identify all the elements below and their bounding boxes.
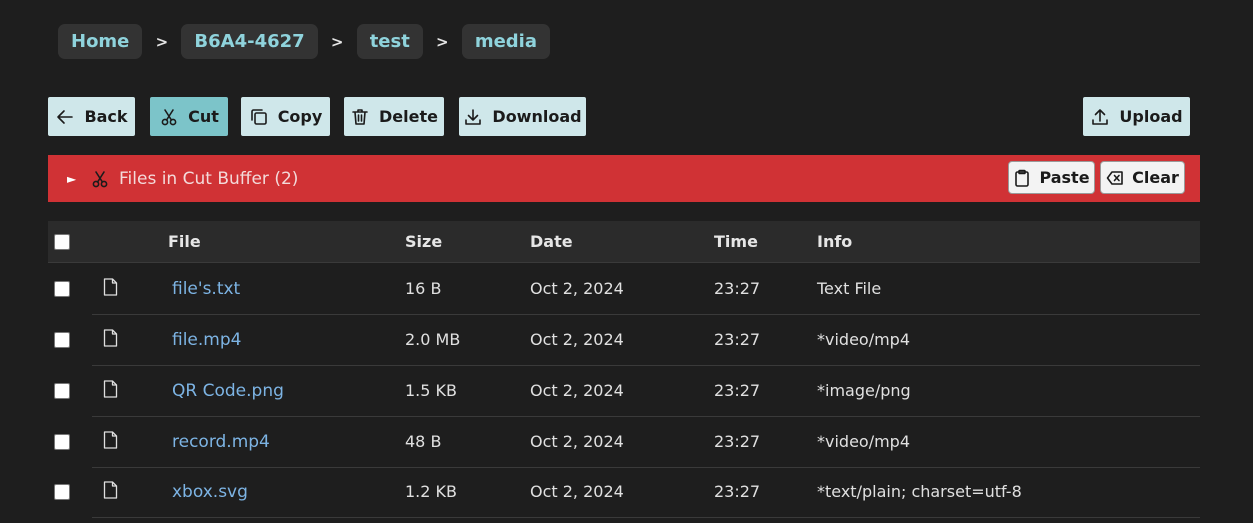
file-time: 23:27	[714, 330, 761, 349]
cut-buffer-bar[interactable]: ► Files in Cut Buffer (2) Paste Clear	[48, 155, 1200, 202]
row-checkbox[interactable]	[54, 383, 70, 399]
file-size: 1.5 KB	[405, 381, 457, 400]
file-icon	[103, 380, 118, 398]
backspace-icon	[1106, 169, 1124, 187]
file-time: 23:27	[714, 381, 761, 400]
select-all-checkbox[interactable]	[54, 234, 70, 250]
table-header: File Size Date Time Info	[48, 221, 1200, 263]
file-size: 16 B	[405, 279, 442, 298]
back-label: Back	[84, 107, 128, 126]
file-name-link[interactable]: xbox.svg	[172, 467, 248, 517]
copy-icon	[249, 107, 269, 127]
file-name-link[interactable]: file.mp4	[172, 315, 241, 365]
header-info[interactable]: Info	[817, 221, 852, 263]
file-info: *image/png	[817, 381, 911, 400]
arrow-left-icon	[55, 107, 75, 127]
trash-icon	[350, 107, 370, 127]
delete-label: Delete	[379, 107, 438, 126]
file-name-link[interactable]: QR Code.png	[172, 366, 284, 416]
paste-label: Paste	[1039, 168, 1090, 187]
breadcrumb-media[interactable]: media	[461, 24, 550, 59]
file-manager: Home > B6A4-4627 > test > media Back Cut…	[0, 0, 1253, 523]
delete-button[interactable]: Delete	[344, 97, 444, 136]
file-size: 2.0 MB	[405, 330, 461, 349]
back-button[interactable]: Back	[48, 97, 135, 136]
file-time: 23:27	[714, 279, 761, 298]
scissors-icon	[91, 169, 109, 189]
download-label: Download	[492, 107, 582, 126]
header-file[interactable]: File	[168, 221, 201, 263]
file-time: 23:27	[714, 432, 761, 451]
download-button[interactable]: Download	[459, 97, 586, 136]
clipboard-icon	[1013, 169, 1031, 187]
clear-label: Clear	[1132, 168, 1179, 187]
table-row[interactable]: file's.txt 16 B Oct 2, 2024 23:27 Text F…	[48, 264, 1200, 315]
paste-button[interactable]: Paste	[1008, 161, 1095, 194]
row-checkbox[interactable]	[54, 434, 70, 450]
copy-label: Copy	[277, 107, 323, 126]
breadcrumb-separator: >	[155, 32, 169, 51]
file-date: Oct 2, 2024	[530, 432, 624, 451]
file-date: Oct 2, 2024	[530, 279, 624, 298]
file-info: *text/plain; charset=utf-8	[817, 482, 1022, 501]
table-row[interactable]: file.mp4 2.0 MB Oct 2, 2024 23:27 *video…	[48, 315, 1200, 366]
file-date: Oct 2, 2024	[530, 330, 624, 349]
copy-button[interactable]: Copy	[241, 97, 330, 136]
row-checkbox[interactable]	[54, 484, 70, 500]
breadcrumb-separator: >	[436, 32, 449, 51]
breadcrumb-device[interactable]: B6A4-4627	[181, 24, 318, 59]
expand-triangle-icon[interactable]: ►	[67, 172, 81, 186]
file-name-link[interactable]: record.mp4	[172, 417, 270, 467]
file-icon	[103, 481, 118, 499]
header-time[interactable]: Time	[714, 221, 758, 263]
file-info: *video/mp4	[817, 432, 911, 451]
cut-button[interactable]: Cut	[150, 97, 228, 136]
file-date: Oct 2, 2024	[530, 381, 624, 400]
file-info: *video/mp4	[817, 330, 911, 349]
upload-icon	[1090, 107, 1110, 127]
row-checkbox[interactable]	[54, 281, 70, 297]
table-row[interactable]: xbox.svg 1.2 KB Oct 2, 2024 23:27 *text/…	[48, 467, 1200, 518]
download-icon	[463, 107, 483, 127]
upload-label: Upload	[1119, 107, 1183, 126]
row-checkbox[interactable]	[54, 332, 70, 348]
breadcrumb-separator: >	[330, 32, 344, 51]
table-row[interactable]: record.mp4 48 B Oct 2, 2024 23:27 *video…	[48, 417, 1200, 468]
file-size: 48 B	[405, 432, 442, 451]
scissors-icon	[159, 107, 179, 127]
upload-button[interactable]: Upload	[1083, 97, 1190, 136]
file-icon	[103, 431, 118, 449]
clear-button[interactable]: Clear	[1100, 161, 1185, 194]
table-row[interactable]: QR Code.png 1.5 KB Oct 2, 2024 23:27 *im…	[48, 366, 1200, 417]
file-size: 1.2 KB	[405, 482, 457, 501]
file-icon	[103, 329, 118, 347]
file-icon	[103, 278, 118, 296]
breadcrumb-home[interactable]: Home	[58, 24, 143, 59]
row-divider	[92, 517, 1200, 518]
breadcrumb-test[interactable]: test	[356, 24, 423, 59]
file-date: Oct 2, 2024	[530, 482, 624, 501]
cut-label: Cut	[188, 107, 219, 126]
cut-buffer-title: Files in Cut Buffer (2)	[119, 168, 299, 189]
file-name-link[interactable]: file's.txt	[172, 264, 240, 314]
header-size[interactable]: Size	[405, 221, 442, 263]
header-date[interactable]: Date	[530, 221, 573, 263]
file-time: 23:27	[714, 482, 761, 501]
breadcrumb: Home > B6A4-4627 > test > media	[58, 24, 550, 59]
file-info: Text File	[817, 279, 882, 298]
